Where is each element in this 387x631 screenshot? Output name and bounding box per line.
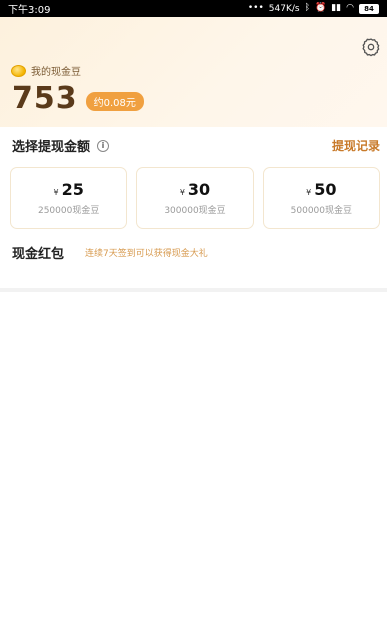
balance-row: 753 约0.08元 xyxy=(12,81,144,116)
approx-value-badge: 约0.08元 xyxy=(85,91,144,111)
network-speed: 547K/s xyxy=(268,3,300,14)
withdraw-option-25[interactable]: ¥ 25 250000现金豆 xyxy=(10,167,128,229)
bean-label: 我的现金豆 xyxy=(31,67,81,78)
red-packet-row: 现金红包 连续7天签到可以获得现金大礼 xyxy=(12,243,380,262)
withdraw-amount: 25 xyxy=(61,180,84,199)
section-divider xyxy=(0,288,387,292)
bluetooth-icon: ᛒ xyxy=(304,3,311,13)
red-packet-note: 连续7天签到可以获得现金大礼 xyxy=(85,249,208,259)
currency-symbol: ¥ xyxy=(179,188,185,197)
dots-icon: ••• xyxy=(247,3,264,13)
price-row: ¥ 50 xyxy=(306,180,336,199)
bean-cost: 250000现金豆 xyxy=(37,206,100,216)
bean-cost: 300000现金豆 xyxy=(164,206,226,216)
status-bar: 下午3:09 ••• 547K/s ᛒ ⏰ ▮▮ ◠ 84 xyxy=(0,0,387,17)
price-row: ¥ 30 xyxy=(180,180,210,199)
withdraw-option-30[interactable]: ¥ 30 300000现金豆 xyxy=(136,167,254,229)
info-icon[interactable]: i xyxy=(97,139,110,152)
withdraw-amount: 50 xyxy=(314,180,337,199)
status-time: 下午3:09 xyxy=(8,5,51,16)
coin-icon xyxy=(11,64,26,77)
status-icons: ••• 547K/s ᛒ ⏰ ▮▮ ◠ 84 xyxy=(247,3,379,14)
withdraw-record-link[interactable]: 提现记录 xyxy=(332,137,380,154)
price-row: ¥ 25 xyxy=(53,180,83,199)
withdraw-option-50[interactable]: ¥ 50 500000现金豆 xyxy=(262,167,380,229)
bean-label-row: 我的现金豆 xyxy=(11,63,81,78)
withdraw-options: ¥ 25 250000现金豆 ¥ 30 300000现金豆 ¥ 50 50000… xyxy=(10,167,380,229)
withdraw-amount: 30 xyxy=(187,180,211,199)
withdraw-title: 选择提现金额 xyxy=(12,140,91,155)
red-packet-title: 现金红包 xyxy=(12,247,65,262)
battery-icon: 84 xyxy=(359,3,379,14)
gear-icon[interactable] xyxy=(361,37,381,57)
bean-header: 我的现金豆 753 约0.08元 xyxy=(0,17,387,127)
alarm-icon: ⏰ xyxy=(315,3,327,13)
withdraw-title-row: 选择提现金额 i 提现记录 xyxy=(12,136,380,155)
currency-symbol: ¥ xyxy=(53,188,59,197)
bean-cost: 500000现金豆 xyxy=(290,206,352,216)
bean-balance: 753 xyxy=(12,81,78,116)
signal-icon: ▮▮ xyxy=(331,3,342,13)
currency-symbol: ¥ xyxy=(306,188,312,197)
wifi-icon: ◠ xyxy=(346,3,354,13)
